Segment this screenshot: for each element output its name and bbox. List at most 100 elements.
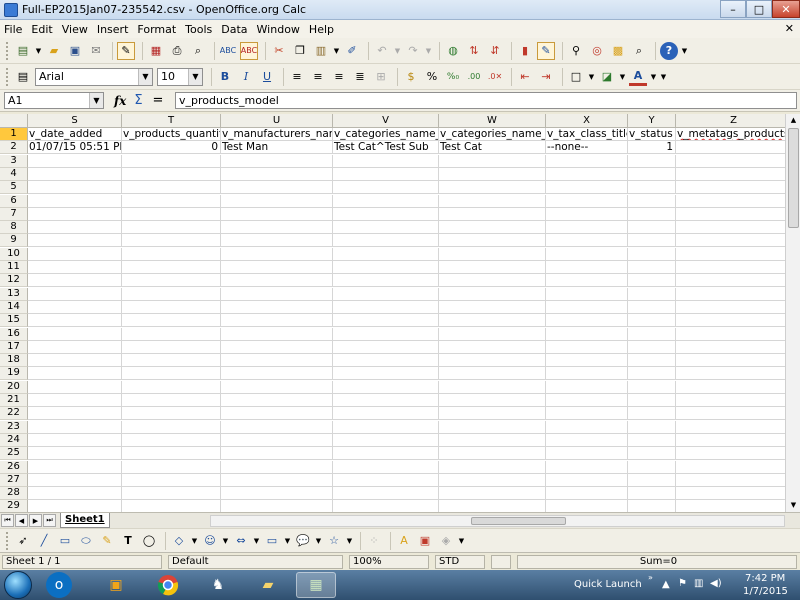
spreadsheet-grid[interactable]: S T U V W X Y Z 1 v_date_added v_products_quantity… xyxy=(0,114,785,512)
grid-cell[interactable] xyxy=(333,207,439,221)
row-header[interactable]: 22 xyxy=(0,407,28,421)
grid-cell[interactable] xyxy=(439,327,546,341)
grid-cell[interactable] xyxy=(221,487,333,501)
minimize-button[interactable]: – xyxy=(720,0,746,18)
toolbar-options-icon[interactable]: ▼ xyxy=(458,532,465,550)
grid-cell[interactable] xyxy=(546,327,628,341)
grid-cell[interactable] xyxy=(333,460,439,474)
grid-cell[interactable] xyxy=(628,154,676,168)
grid-cell[interactable] xyxy=(439,194,546,208)
grid-cell[interactable] xyxy=(546,473,628,487)
bold-button[interactable]: B xyxy=(216,68,234,86)
grid-cell[interactable] xyxy=(439,367,546,381)
grid-cell[interactable] xyxy=(28,487,122,501)
row-header[interactable]: 28 xyxy=(0,487,28,501)
row-header[interactable]: 12 xyxy=(0,274,28,288)
grid-cell[interactable] xyxy=(439,354,546,368)
grid-cell[interactable]: 0 xyxy=(122,141,221,155)
grid-cell[interactable] xyxy=(546,367,628,381)
currency-format-icon[interactable]: $ xyxy=(402,68,420,86)
grid-cell[interactable] xyxy=(676,474,785,487)
toolbar-options-icon[interactable]: ▼ xyxy=(681,42,688,60)
grid-cell[interactable] xyxy=(628,447,676,461)
grid-cell[interactable] xyxy=(628,314,676,328)
row-header[interactable]: 11 xyxy=(0,261,28,274)
grid-cell[interactable] xyxy=(439,394,546,407)
new-document-icon[interactable]: ▤ xyxy=(14,42,32,60)
grid-cell[interactable] xyxy=(221,207,333,221)
toolbar-options-icon[interactable]: ▼ xyxy=(660,68,667,86)
clock-time[interactable]: 7:42 PM xyxy=(745,573,785,584)
points-icon[interactable]: ⁘ xyxy=(365,532,383,550)
grid-cell[interactable] xyxy=(122,407,221,421)
grid-cell[interactable] xyxy=(676,168,785,181)
add-decimal-icon[interactable]: .00 xyxy=(465,68,483,86)
grid-cell[interactable] xyxy=(676,208,785,221)
grid-cell[interactable] xyxy=(28,314,122,328)
grid-cell[interactable] xyxy=(439,247,546,261)
row-header[interactable]: 23 xyxy=(0,420,28,434)
grid-cell[interactable] xyxy=(333,500,439,512)
row-header[interactable]: 27 xyxy=(0,473,28,487)
font-size-select[interactable]: 10 ▼ xyxy=(157,67,203,86)
grid-cell[interactable] xyxy=(439,154,546,168)
menu-window[interactable]: Window xyxy=(257,23,300,36)
column-header-u[interactable]: U xyxy=(221,114,333,128)
grid-cell[interactable] xyxy=(676,354,785,368)
grid-cell[interactable] xyxy=(628,181,676,195)
grid-cell[interactable] xyxy=(122,247,221,261)
grid-cell[interactable] xyxy=(221,261,333,274)
grid-cell[interactable] xyxy=(333,367,439,381)
grid-cell[interactable] xyxy=(122,181,221,195)
row-header[interactable]: 29 xyxy=(0,500,28,512)
grid-cell[interactable] xyxy=(122,354,221,368)
gallery-icon[interactable]: ▩ xyxy=(609,42,627,60)
row-header[interactable]: 10 xyxy=(0,247,28,261)
grid-cell[interactable] xyxy=(221,380,333,394)
grid-cell[interactable] xyxy=(221,234,333,248)
grid-cell[interactable] xyxy=(28,500,122,512)
zoom-icon[interactable]: ⌕ xyxy=(630,42,648,60)
save-icon[interactable]: ▣ xyxy=(66,42,84,60)
grid-cell[interactable]: v_manufacturers_name xyxy=(221,128,333,141)
grid-cell[interactable] xyxy=(28,447,122,461)
chevron-down-icon[interactable]: ▼ xyxy=(35,42,42,60)
merge-cells-icon[interactable]: ⊞ xyxy=(372,68,390,86)
export-pdf-icon[interactable]: ▦ xyxy=(147,42,165,60)
line-icon[interactable]: ╱ xyxy=(35,532,53,550)
grid-cell[interactable] xyxy=(628,194,676,208)
sum-icon[interactable]: Σ xyxy=(134,93,142,108)
row-header[interactable]: 26 xyxy=(0,460,28,474)
grid-cell[interactable] xyxy=(546,154,628,168)
grid-cell[interactable] xyxy=(333,473,439,487)
grid-cell[interactable] xyxy=(546,460,628,474)
grid-cell[interactable] xyxy=(439,433,546,447)
grid-cell[interactable] xyxy=(628,234,676,248)
grid-cell[interactable] xyxy=(546,380,628,394)
row-header[interactable]: 25 xyxy=(0,447,28,461)
grid-cell[interactable] xyxy=(676,288,785,301)
grid-cell[interactable] xyxy=(439,221,546,235)
grid-cell[interactable] xyxy=(676,181,785,195)
row-header[interactable]: 5 xyxy=(0,181,28,195)
grid-cell[interactable] xyxy=(333,407,439,421)
grid-cell[interactable] xyxy=(628,354,676,368)
menu-edit[interactable]: Edit xyxy=(31,23,52,36)
grid-cell[interactable] xyxy=(122,314,221,328)
grid-cell[interactable] xyxy=(28,247,122,261)
grid-cell[interactable] xyxy=(122,394,221,407)
volume-icon[interactable]: ◀) xyxy=(710,578,722,589)
autospellcheck-icon[interactable]: ABC xyxy=(240,41,258,60)
styles-formatting-icon[interactable]: ▤ xyxy=(14,68,32,86)
column-header-z[interactable]: Z xyxy=(676,114,785,128)
grid-cell[interactable] xyxy=(628,340,676,354)
name-box[interactable]: A1 ▼ xyxy=(4,92,104,109)
grid-cell[interactable] xyxy=(439,167,546,181)
grid-cell[interactable] xyxy=(221,473,333,487)
grid-cell[interactable] xyxy=(122,261,221,274)
toolbar-grip[interactable] xyxy=(6,67,10,86)
menu-file[interactable]: File xyxy=(4,23,22,36)
spellcheck-icon[interactable]: ABC xyxy=(219,42,237,60)
grid-cell[interactable] xyxy=(333,433,439,447)
chevron-down-icon[interactable]: ▼ xyxy=(315,532,322,550)
